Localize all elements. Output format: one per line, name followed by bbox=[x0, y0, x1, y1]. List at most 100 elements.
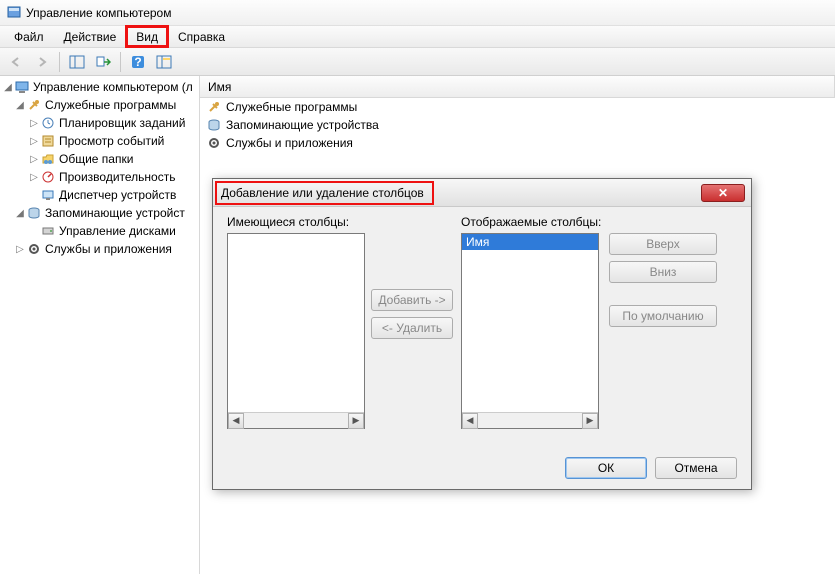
displayed-column-item[interactable]: Имя bbox=[462, 234, 598, 250]
expander-icon[interactable]: ▷ bbox=[28, 172, 40, 183]
available-columns-label: Имеющиеся столбцы: bbox=[227, 215, 349, 229]
move-down-button[interactable]: Вниз bbox=[609, 261, 717, 283]
tree-device-manager[interactable]: Диспетчер устройств bbox=[0, 186, 199, 204]
tree-label: Служебные программы bbox=[45, 98, 176, 112]
available-columns-listbox[interactable]: ◀ ▶ bbox=[227, 233, 365, 429]
dialog-close-button[interactable]: ✕ bbox=[701, 184, 745, 202]
tree-shared-folders[interactable]: ▷ Общие папки bbox=[0, 150, 199, 168]
storage-icon bbox=[26, 205, 42, 221]
dialog-title-bar[interactable]: Добавление или удаление столбцов ✕ bbox=[213, 179, 751, 207]
list-item[interactable]: Службы и приложения bbox=[200, 134, 835, 152]
list-item[interactable]: Служебные программы bbox=[200, 98, 835, 116]
disk-icon bbox=[40, 223, 56, 239]
column-header-name[interactable]: Имя bbox=[200, 76, 835, 98]
show-hide-tree-button[interactable] bbox=[65, 51, 89, 73]
tree-pane[interactable]: ◢ Управление компьютером (л ◢ Служебные … bbox=[0, 76, 200, 574]
tree-label: Планировщик заданий bbox=[59, 116, 185, 130]
dialog-body: Имеющиеся столбцы: Отображаемые столбцы:… bbox=[213, 207, 751, 489]
list-item-label: Службы и приложения bbox=[226, 136, 353, 150]
scroll-right-button[interactable]: ▶ bbox=[348, 413, 364, 429]
menu-view[interactable]: Вид bbox=[126, 26, 168, 47]
toolbar: ? bbox=[0, 48, 835, 76]
scrollbar[interactable]: ◀ ▶ bbox=[462, 412, 598, 428]
toolbar-separator bbox=[120, 52, 121, 72]
services-icon bbox=[206, 135, 222, 151]
tree-storage[interactable]: ◢ Запоминающие устройст bbox=[0, 204, 199, 222]
scroll-left-button[interactable]: ◀ bbox=[462, 413, 478, 429]
expander-icon[interactable]: ▷ bbox=[28, 136, 40, 147]
spacer bbox=[609, 289, 717, 299]
scroll-left-button[interactable]: ◀ bbox=[228, 413, 244, 429]
close-icon: ✕ bbox=[718, 186, 728, 200]
tools-icon bbox=[26, 97, 42, 113]
scrollbar[interactable]: ◀ ▶ bbox=[228, 412, 364, 428]
tree-label: Общие папки bbox=[59, 152, 133, 166]
menu-help-label: Справка bbox=[178, 30, 225, 44]
displayed-columns-label: Отображаемые столбцы: bbox=[461, 215, 601, 229]
tree-label: Диспетчер устройств bbox=[59, 188, 176, 202]
menu-file[interactable]: Файл bbox=[4, 26, 54, 47]
transfer-buttons: Добавить -> <- Удалить bbox=[371, 289, 453, 339]
tree-label: Запоминающие устройст bbox=[45, 206, 185, 220]
tree-disk-management[interactable]: Управление дисками bbox=[0, 222, 199, 240]
properties-button[interactable] bbox=[152, 51, 176, 73]
expander-icon[interactable]: ◢ bbox=[14, 208, 26, 219]
tree-services[interactable]: ▷ Службы и приложения bbox=[0, 240, 199, 258]
clock-icon bbox=[40, 115, 56, 131]
tree-root[interactable]: ◢ Управление компьютером (л bbox=[0, 78, 199, 96]
device-icon bbox=[40, 187, 56, 203]
tree-label: Службы и приложения bbox=[45, 242, 172, 256]
cancel-button[interactable]: Отмена bbox=[655, 457, 737, 479]
svg-text:?: ? bbox=[134, 55, 141, 69]
move-up-button[interactable]: Вверх bbox=[609, 233, 717, 255]
tree-root-label: Управление компьютером (л bbox=[33, 80, 193, 94]
event-log-icon bbox=[40, 133, 56, 149]
menu-view-label: Вид bbox=[136, 30, 158, 44]
menu-help[interactable]: Справка bbox=[168, 26, 235, 47]
window-title: Управление компьютером bbox=[26, 6, 171, 20]
tree-event-viewer[interactable]: ▷ Просмотр событий bbox=[0, 132, 199, 150]
tree-performance[interactable]: ▷ Производительность bbox=[0, 168, 199, 186]
order-buttons: Вверх Вниз По умолчанию bbox=[609, 233, 717, 327]
menu-bar: Файл Действие Вид Справка bbox=[0, 26, 835, 48]
remove-column-button[interactable]: <- Удалить bbox=[371, 317, 453, 339]
list-item-label: Служебные программы bbox=[226, 100, 357, 114]
tree-label: Просмотр событий bbox=[59, 134, 164, 148]
dialog-title: Добавление или удаление столбцов bbox=[221, 186, 424, 200]
listbox-inner[interactable] bbox=[228, 234, 364, 412]
shared-folder-icon bbox=[40, 151, 56, 167]
dialog-title-highlight: Добавление или удаление столбцов bbox=[217, 183, 432, 203]
tree-service-programs[interactable]: ◢ Служебные программы bbox=[0, 96, 199, 114]
listbox-inner[interactable]: Имя bbox=[462, 234, 598, 412]
tree-label: Управление дисками bbox=[59, 224, 176, 238]
export-button[interactable] bbox=[91, 51, 115, 73]
expander-icon[interactable]: ◢ bbox=[2, 82, 14, 93]
expander-icon[interactable]: ▷ bbox=[14, 244, 26, 255]
nav-forward-button[interactable] bbox=[30, 51, 54, 73]
displayed-columns-listbox[interactable]: Имя ◀ ▶ bbox=[461, 233, 599, 429]
ok-button[interactable]: ОК bbox=[565, 457, 647, 479]
app-icon bbox=[6, 5, 22, 21]
window-title-bar: Управление компьютером bbox=[0, 0, 835, 26]
computer-icon bbox=[14, 79, 30, 95]
expander-icon[interactable]: ▷ bbox=[28, 118, 40, 129]
list-item[interactable]: Запоминающие устройства bbox=[200, 116, 835, 134]
menu-action-label: Действие bbox=[64, 30, 117, 44]
help-button[interactable]: ? bbox=[126, 51, 150, 73]
columns-dialog: Добавление или удаление столбцов ✕ Имеющ… bbox=[212, 178, 752, 490]
menu-action[interactable]: Действие bbox=[54, 26, 127, 47]
add-column-button[interactable]: Добавить -> bbox=[371, 289, 453, 311]
performance-icon bbox=[40, 169, 56, 185]
tree-scheduler[interactable]: ▷ Планировщик заданий bbox=[0, 114, 199, 132]
restore-defaults-button[interactable]: По умолчанию bbox=[609, 305, 717, 327]
tools-icon bbox=[206, 99, 222, 115]
expander-icon[interactable]: ◢ bbox=[14, 100, 26, 111]
menu-file-label: Файл bbox=[14, 30, 44, 44]
storage-icon bbox=[206, 117, 222, 133]
expander-icon[interactable]: ▷ bbox=[28, 154, 40, 165]
scroll-right-button[interactable]: ▶ bbox=[582, 413, 598, 429]
tree-label: Производительность bbox=[59, 170, 175, 184]
nav-back-button[interactable] bbox=[4, 51, 28, 73]
dialog-action-buttons: ОК Отмена bbox=[565, 457, 737, 479]
list-item-label: Запоминающие устройства bbox=[226, 118, 379, 132]
